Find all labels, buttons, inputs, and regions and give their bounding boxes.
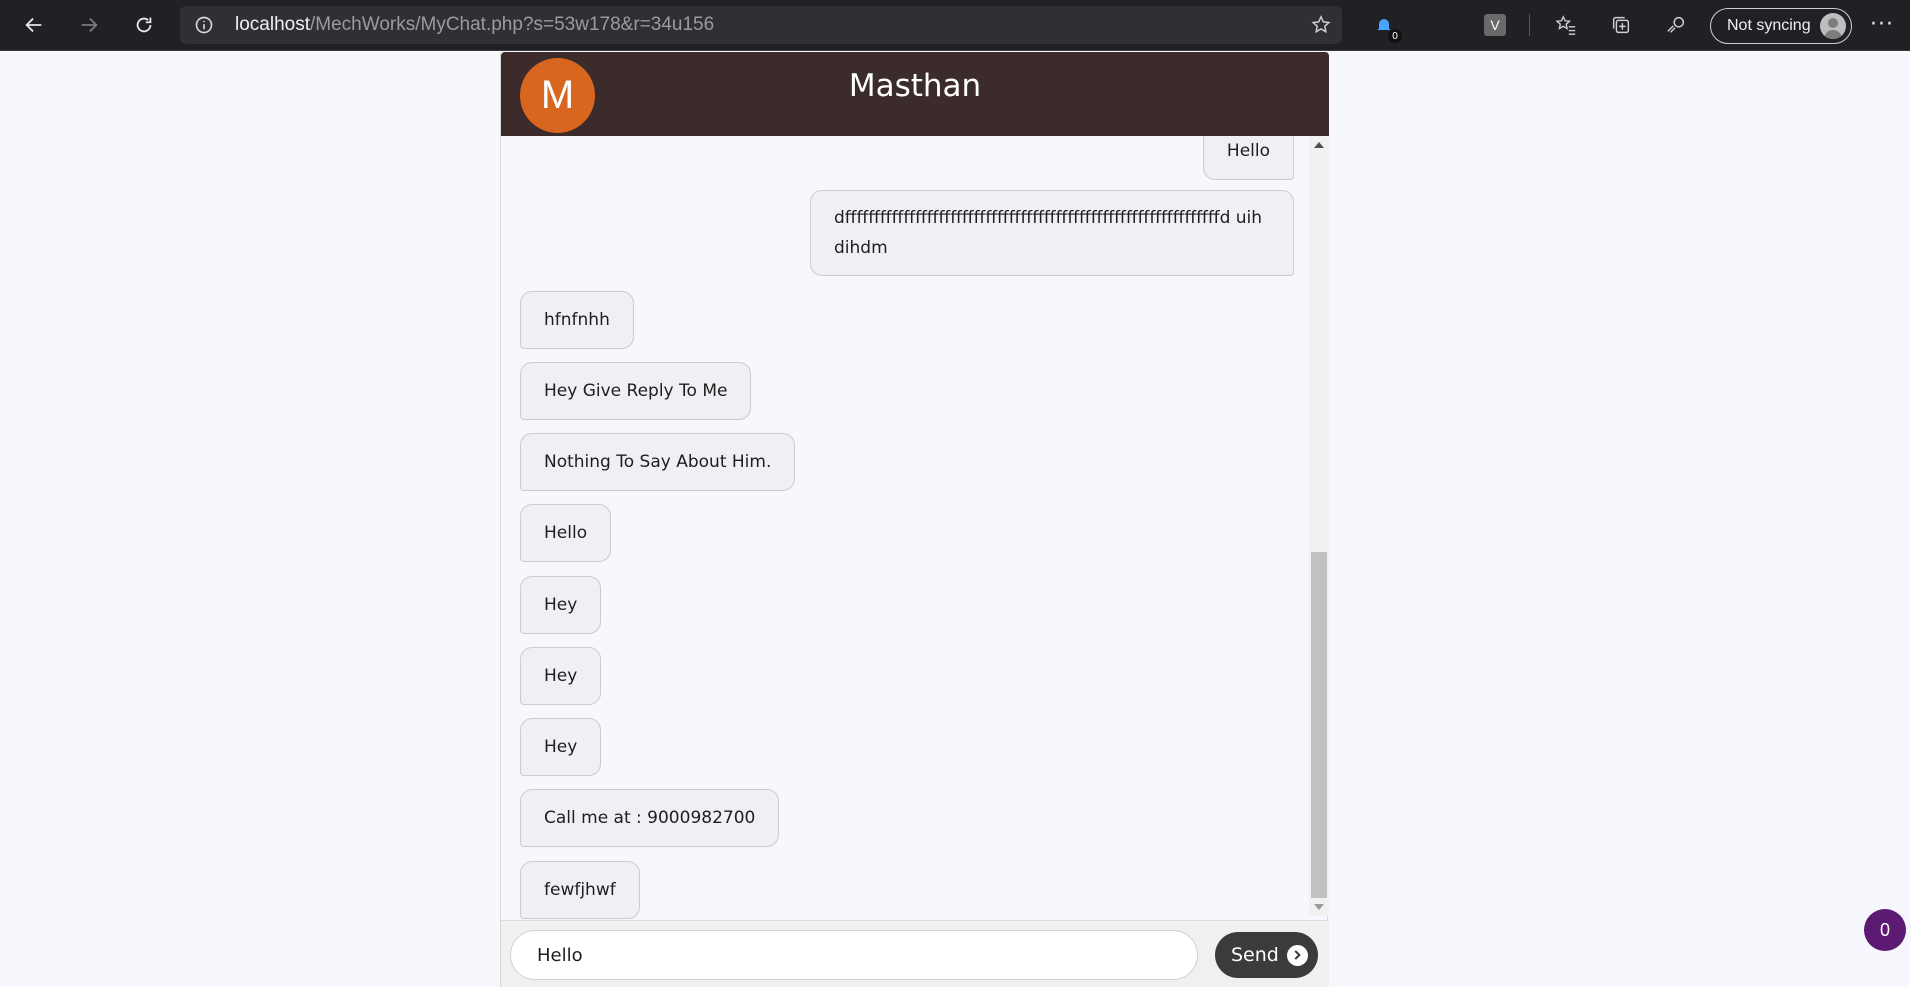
scroll-down-arrow-icon[interactable] bbox=[1314, 904, 1324, 910]
message-bubble-received: fewfjhwf bbox=[520, 861, 640, 919]
message-bubble-received: Nothing To Say About Him. bbox=[520, 433, 796, 491]
url-path: /MechWorks/MyChat.php?s=53w178&r=34u156 bbox=[310, 14, 715, 35]
chevron-right-icon bbox=[1286, 944, 1308, 966]
profile-avatar-icon bbox=[1820, 13, 1846, 39]
extension-v-icon: V bbox=[1484, 14, 1506, 36]
toolbar-divider bbox=[1529, 14, 1530, 36]
collections-button[interactable] bbox=[1609, 13, 1633, 37]
extension-v-button[interactable]: V bbox=[1483, 13, 1507, 37]
performance-button[interactable] bbox=[1664, 13, 1688, 37]
info-icon[interactable] bbox=[194, 15, 214, 35]
message-bubble-received: Hey bbox=[520, 718, 602, 776]
add-favorite-icon[interactable] bbox=[1310, 14, 1332, 36]
forward-button[interactable] bbox=[72, 8, 106, 42]
scroll-up-arrow-icon[interactable] bbox=[1314, 142, 1324, 148]
contact-name: Masthan bbox=[848, 68, 982, 104]
send-label: Send bbox=[1231, 944, 1279, 966]
profile-sync-button[interactable]: Not syncing bbox=[1710, 8, 1852, 44]
message-input[interactable] bbox=[510, 930, 1198, 980]
message-bubble-received: Hello bbox=[520, 504, 612, 562]
extension-blank-icon[interactable] bbox=[1428, 13, 1452, 37]
message-list: Hello dfffffffffffffffffffffffffffffffff… bbox=[501, 136, 1309, 972]
address-bar[interactable]: localhost/MechWorks/MyChat.php?s=53w178&… bbox=[180, 6, 1342, 44]
composer-bar: Send bbox=[501, 920, 1329, 987]
favorites-button[interactable] bbox=[1554, 13, 1578, 37]
back-button[interactable] bbox=[17, 8, 51, 42]
collections-icon bbox=[1612, 16, 1630, 34]
extension-notify-icon[interactable]: 0 bbox=[1372, 13, 1402, 43]
favorites-star-icon bbox=[1555, 15, 1576, 35]
message-bubble-received: hfnfnhh bbox=[520, 291, 634, 349]
message-bubble-received: Call me at : 9000982700 bbox=[520, 789, 780, 847]
message-bubble-sent: dfffffffffffffffffffffffffffffffffffffff… bbox=[810, 190, 1294, 276]
message-bubble-sent: Hello bbox=[1202, 136, 1294, 180]
heart-pulse-icon bbox=[1667, 16, 1685, 33]
extension-badge: 0 bbox=[1388, 29, 1402, 43]
message-bubble-received: Hey Give Reply To Me bbox=[520, 362, 752, 420]
back-arrow-icon bbox=[25, 17, 42, 33]
url-host: localhost bbox=[235, 14, 310, 35]
message-bubble-received: Hey bbox=[520, 576, 602, 634]
sync-label: Not syncing bbox=[1727, 17, 1811, 34]
message-bubble-received: Hey bbox=[520, 647, 602, 705]
send-button[interactable]: Send bbox=[1215, 932, 1318, 978]
browser-toolbar: localhost/MechWorks/MyChat.php?s=53w178&… bbox=[0, 0, 1910, 51]
url-text[interactable]: localhost/MechWorks/MyChat.php?s=53w178&… bbox=[235, 14, 714, 36]
refresh-icon bbox=[136, 17, 152, 33]
scroll-thumb[interactable] bbox=[1311, 552, 1327, 898]
forward-arrow-icon bbox=[81, 17, 98, 33]
notification-count-badge[interactable]: 0 bbox=[1864, 909, 1906, 951]
refresh-button[interactable] bbox=[127, 8, 161, 42]
chat-header: M Masthan bbox=[501, 52, 1329, 136]
more-menu-button[interactable]: ··· bbox=[1870, 12, 1894, 37]
message-scrollbar[interactable] bbox=[1309, 136, 1329, 916]
chat-panel: M Masthan Hello dfffffffffffffffffffffff… bbox=[500, 52, 1329, 987]
